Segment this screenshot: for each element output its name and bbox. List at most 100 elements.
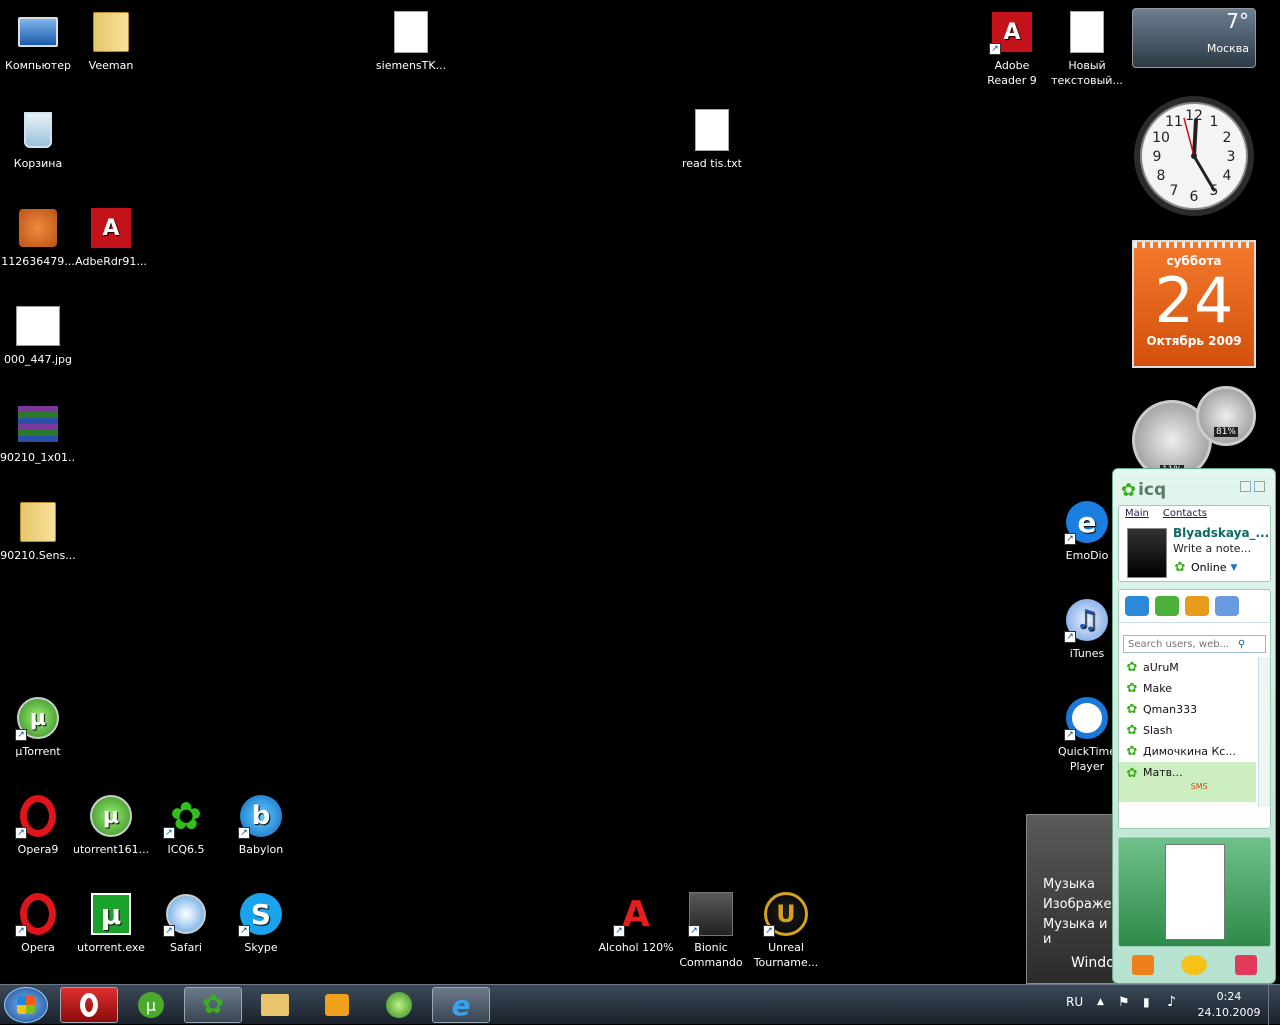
- desktop-icon-unreal[interactable]: U ↗ Unreal Tourname...: [748, 886, 824, 970]
- desktop-icon-utorrent-exe[interactable]: µ utorrent.exe: [73, 886, 149, 955]
- show-desktop-button[interactable]: [1268, 985, 1280, 1025]
- contact-item-selected[interactable]: ✿ Матв... SMS: [1119, 762, 1256, 802]
- profile-note[interactable]: Write a note...: [1173, 542, 1251, 555]
- desktop-icon-new-text[interactable]: Новый текстовый...: [1049, 4, 1125, 88]
- rss-icon[interactable]: [1131, 955, 1154, 975]
- desktop: Компьютер Veeman siemensTK... A ↗ Adobe R…: [0, 0, 1280, 984]
- shortcut-arrow-icon: ↗: [15, 827, 27, 839]
- sms-badge[interactable]: SMS: [1191, 782, 1208, 791]
- opera-icon: ↗: [14, 792, 62, 840]
- tv-icon[interactable]: [1125, 596, 1149, 616]
- desktop-icon-veeman[interactable]: Veeman: [73, 4, 149, 73]
- contact-item[interactable]: ✿ Qman333: [1119, 699, 1256, 720]
- apps-icon[interactable]: [1185, 596, 1209, 616]
- action-center-flag-icon[interactable]: ⚑: [1118, 995, 1130, 1010]
- taskbar: µ ✿ e RU ▲ ⚑ ▮ ♪ 0:24 24.10.2009: [0, 984, 1280, 1025]
- windows-media-icon: [386, 992, 412, 1018]
- menu-item-music[interactable]: Музыка: [1043, 877, 1095, 892]
- contact-item[interactable]: ✿ Slash: [1119, 720, 1256, 741]
- desktop-icon-read-tis[interactable]: read tis.txt: [674, 102, 750, 171]
- archive-icon: [14, 400, 62, 448]
- contact-item[interactable]: ✿ aUruM: [1119, 657, 1256, 678]
- minimize-button[interactable]: [1240, 481, 1251, 492]
- icon-label: Opera9: [17, 843, 59, 856]
- mail-icon[interactable]: [1215, 596, 1239, 616]
- taskbar-icq[interactable]: ✿: [184, 987, 242, 1023]
- sms-icon[interactable]: [1181, 955, 1208, 975]
- search-box[interactable]: ⚲: [1123, 635, 1266, 653]
- search-input[interactable]: [1128, 638, 1238, 650]
- desktop-icon-utorrent[interactable]: µ ↗ µTorrent: [0, 690, 76, 759]
- media-player-icon: [325, 994, 349, 1016]
- icq-titlebar[interactable]: ✿ icq: [1121, 477, 1267, 503]
- shortcut-arrow-icon: ↗: [1064, 533, 1076, 545]
- icon-label: 000_447.jpg: [3, 353, 72, 366]
- desktop-icon-icq65[interactable]: ✿ ↗ ICQ6.5: [148, 788, 224, 857]
- desktop-icon-siemens[interactable]: siemensTK...: [373, 4, 449, 73]
- icon-label: Babylon: [238, 843, 284, 856]
- profile-name[interactable]: Blyadskaya_...: [1173, 526, 1269, 540]
- icon-label: Safari: [170, 941, 202, 954]
- icon-label: 112636479...: [1, 255, 75, 268]
- start-button[interactable]: [4, 987, 48, 1023]
- contact-item[interactable]: ✿ Make: [1119, 678, 1256, 699]
- volume-icon[interactable]: ♪: [1167, 994, 1176, 1010]
- calendar-day: 24: [1154, 264, 1234, 337]
- desktop-icon-leaf-image[interactable]: 112636479...: [0, 200, 76, 269]
- desktop-icon-opera[interactable]: ↗ Opera: [0, 886, 76, 955]
- desktop-icon-jpg[interactable]: 000_447.jpg: [0, 298, 76, 367]
- gift-icon[interactable]: [1235, 955, 1258, 975]
- desktop-icon-recycle-bin[interactable]: Корзина: [0, 102, 76, 171]
- clock[interactable]: 0:24 24.10.2009: [1194, 989, 1264, 1021]
- language-indicator[interactable]: RU: [1066, 995, 1083, 1009]
- status-selector[interactable]: ✿ Online ▼: [1173, 560, 1238, 575]
- user-folder-icon: [87, 8, 135, 56]
- scrollbar[interactable]: [1258, 657, 1270, 807]
- menu-item-music-video[interactable]: Музыка и и: [1043, 917, 1115, 947]
- close-button[interactable]: [1254, 481, 1265, 492]
- taskbar-internet-explorer[interactable]: e: [432, 987, 490, 1023]
- icon-label: Opera: [21, 941, 55, 954]
- icon-label: Skype: [244, 941, 278, 954]
- desktop-icon-skype[interactable]: S ↗ Skype: [223, 886, 299, 955]
- shortcut-arrow-icon: ↗: [163, 827, 175, 839]
- calendar-gadget[interactable]: суббота 24 Октябрь 2009: [1132, 240, 1256, 368]
- desktop-icon-adobe-reader[interactable]: A ↗ Adobe Reader 9: [974, 4, 1050, 88]
- contact-item[interactable]: ✿ Димочкина Кс...: [1119, 741, 1256, 762]
- show-hidden-icons-button[interactable]: ▲: [1097, 997, 1104, 1007]
- clock-gadget[interactable]: 12369 1245 781011: [1132, 94, 1256, 218]
- taskbar-explorer[interactable]: [246, 987, 304, 1023]
- network-icon[interactable]: ▮: [1143, 995, 1150, 1009]
- itunes-icon: ♫ ↗: [1063, 596, 1111, 644]
- desktop-icon-babylon[interactable]: b ↗ Babylon: [223, 788, 299, 857]
- taskbar-media-player[interactable]: [308, 987, 366, 1023]
- desktop-icon-bionic[interactable]: ↗ Bionic Commando: [673, 886, 749, 970]
- svg-text:1: 1: [1210, 114, 1219, 130]
- svg-text:2: 2: [1223, 130, 1232, 146]
- cpu-meter-gadget[interactable]: 11% 81%: [1130, 386, 1258, 480]
- icq-ad-panel[interactable]: [1118, 837, 1271, 947]
- avatar[interactable]: [1127, 528, 1167, 578]
- desktop-icon-opera9[interactable]: ↗ Opera9: [0, 788, 76, 857]
- desktop-icon-utorrent161[interactable]: µ utorrent161...: [73, 788, 149, 857]
- utorrent-icon: µ: [87, 792, 135, 840]
- icq-window[interactable]: ✿ icq Main Contacts Blyadskaya_... Write…: [1112, 468, 1276, 984]
- taskbar-utorrent[interactable]: µ: [122, 987, 180, 1023]
- desktop-icon-sens-folder[interactable]: 90210.Sens...: [0, 494, 76, 563]
- weather-city: Москва: [1206, 42, 1249, 55]
- desktop-icon-alcohol[interactable]: A ↗ Alcohol 120%: [598, 886, 674, 955]
- tab-contacts[interactable]: Contacts: [1163, 508, 1207, 519]
- desktop-icon-safari[interactable]: ↗ Safari: [148, 886, 224, 955]
- weather-gadget[interactable]: 7° Москва: [1132, 8, 1256, 68]
- menu-item-pictures[interactable]: Изображен: [1043, 897, 1120, 912]
- desktop-icon-rar[interactable]: 90210_1x01...: [0, 396, 76, 465]
- taskbar-wmp[interactable]: [370, 987, 428, 1023]
- adobe-reader-icon: A ↗: [988, 8, 1036, 56]
- tab-main[interactable]: Main: [1125, 508, 1149, 519]
- desktop-icon-computer[interactable]: Компьютер: [0, 4, 76, 73]
- icq-profile-panel: Main Contacts Blyadskaya_... Write a not…: [1118, 505, 1271, 582]
- games-icon[interactable]: [1155, 596, 1179, 616]
- desktop-icon-adberdr[interactable]: A AdbeRdr91...: [73, 200, 149, 269]
- search-icon[interactable]: ⚲: [1238, 639, 1245, 650]
- taskbar-opera[interactable]: [60, 987, 118, 1023]
